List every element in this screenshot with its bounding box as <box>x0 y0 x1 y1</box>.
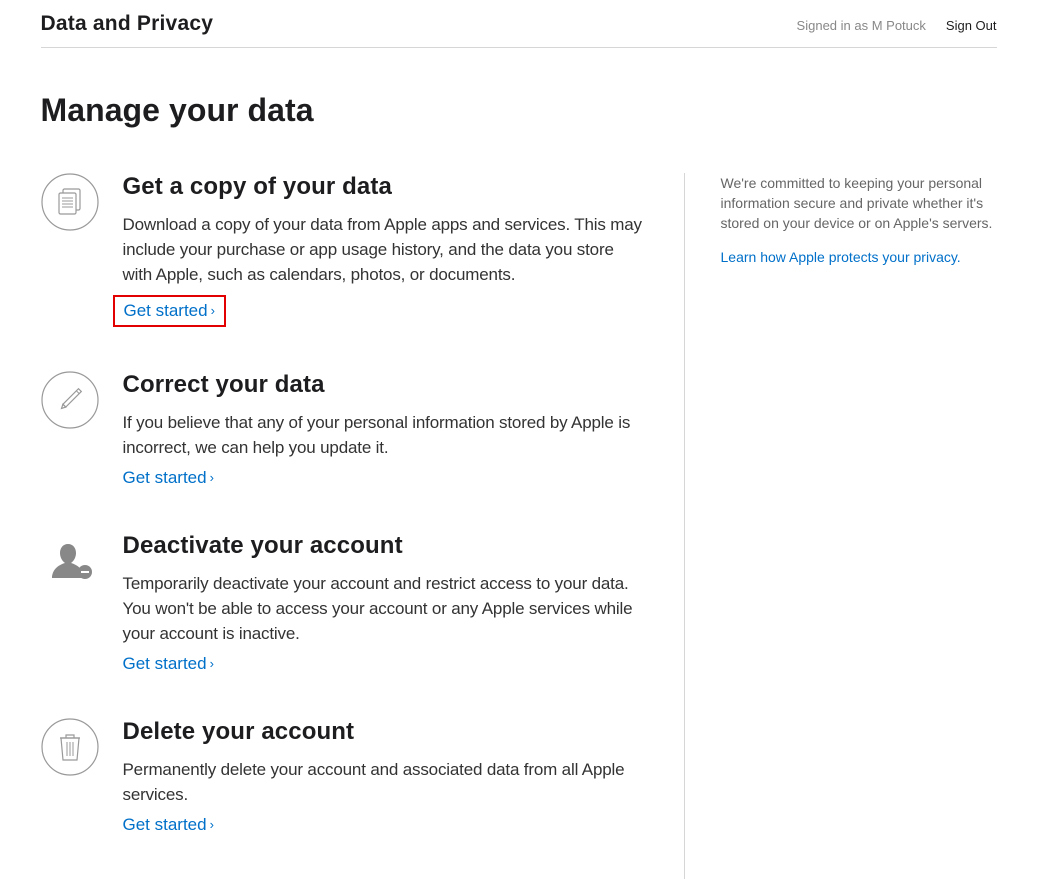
option-get-copy: Get a copy of your data Download a copy … <box>41 173 648 327</box>
option-desc: Download a copy of your data from Apple … <box>123 213 648 288</box>
highlight-box: Get started › <box>113 295 226 327</box>
header-right: Signed in as M Potuck Sign Out <box>797 18 997 33</box>
cta-label: Get started <box>123 468 207 488</box>
trash-icon <box>41 718 99 776</box>
main-column: Get a copy of your data Download a copy … <box>41 173 685 879</box>
option-desc: If you believe that any of your personal… <box>123 411 648 461</box>
sidebar-text: We're committed to keeping your personal… <box>721 173 997 233</box>
option-title: Delete your account <box>123 718 648 746</box>
header-bar: Data and Privacy Signed in as M Potuck S… <box>41 0 997 48</box>
option-desc: Permanently delete your account and asso… <box>123 758 648 808</box>
deactivate-cta[interactable]: Get started › <box>123 654 214 674</box>
privacy-learn-more-link[interactable]: Learn how Apple protects your privacy. <box>721 249 961 265</box>
chevron-right-icon: › <box>210 817 214 832</box>
documents-icon <box>41 173 99 231</box>
option-delete: Delete your account Permanently delete y… <box>41 718 648 835</box>
cta-label: Get started <box>123 654 207 674</box>
correct-data-cta[interactable]: Get started › <box>123 468 214 488</box>
option-title: Deactivate your account <box>123 532 648 560</box>
delete-cta[interactable]: Get started › <box>123 815 214 835</box>
option-title: Get a copy of your data <box>123 173 648 201</box>
page-title: Manage your data <box>41 92 997 129</box>
signed-in-text: Signed in as M Potuck <box>797 18 926 33</box>
cta-label: Get started <box>123 815 207 835</box>
option-deactivate: Deactivate your account Temporarily deac… <box>41 532 648 674</box>
cta-label: Get started <box>124 301 208 321</box>
chevron-right-icon: › <box>211 303 215 318</box>
chevron-right-icon: › <box>210 470 214 485</box>
page-header-title: Data and Privacy <box>41 12 214 36</box>
get-copy-cta[interactable]: Get started › <box>124 301 215 321</box>
sidebar-column: We're committed to keeping your personal… <box>685 173 997 879</box>
pencil-icon <box>41 371 99 429</box>
person-minus-icon <box>41 532 99 590</box>
option-correct-data: Correct your data If you believe that an… <box>41 371 648 488</box>
option-title: Correct your data <box>123 371 648 399</box>
option-desc: Temporarily deactivate your account and … <box>123 572 648 647</box>
sign-out-link[interactable]: Sign Out <box>946 18 997 33</box>
chevron-right-icon: › <box>210 656 214 671</box>
